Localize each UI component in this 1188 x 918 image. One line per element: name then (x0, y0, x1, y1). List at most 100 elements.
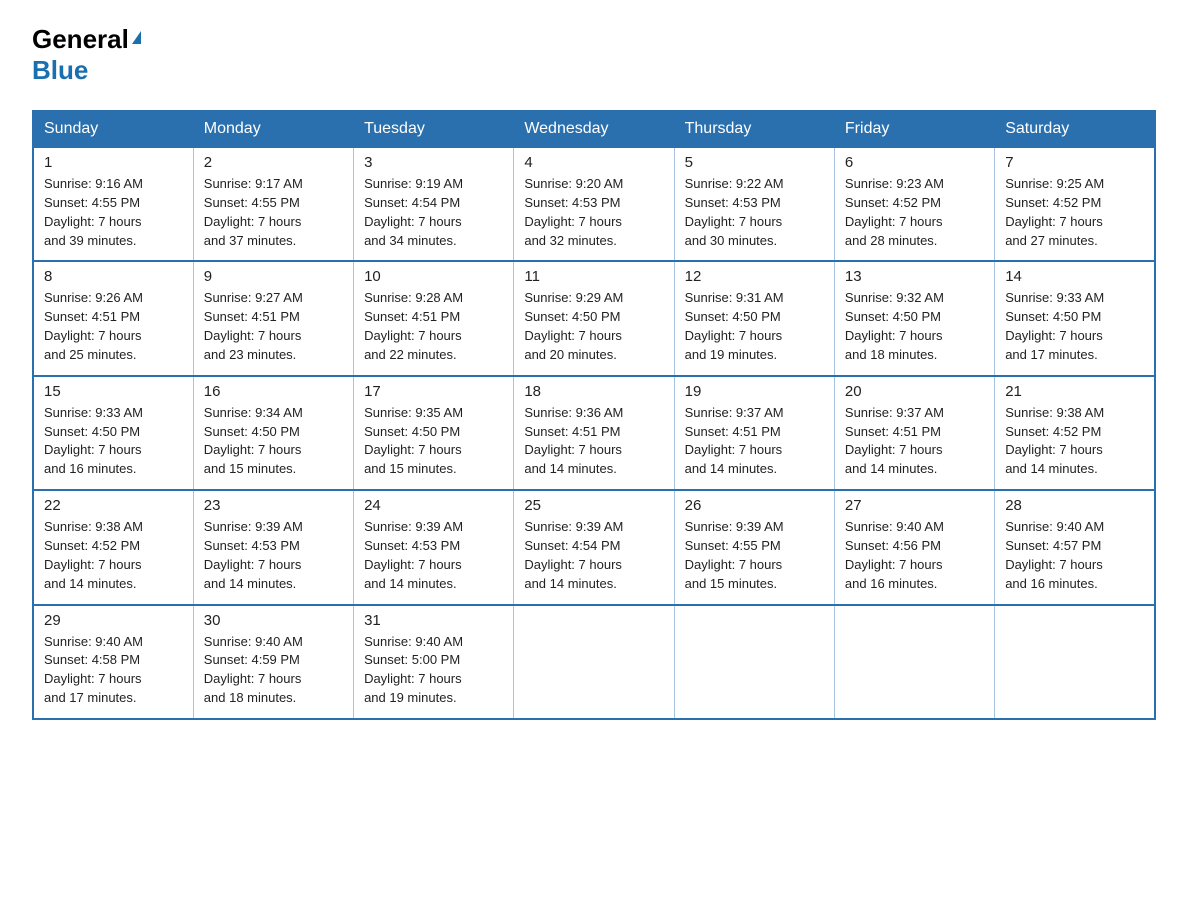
day-of-week-header: Tuesday (354, 111, 514, 147)
calendar-day-cell: 22 Sunrise: 9:38 AMSunset: 4:52 PMDaylig… (33, 490, 193, 604)
day-number: 22 (44, 497, 183, 514)
calendar-day-cell: 24 Sunrise: 9:39 AMSunset: 4:53 PMDaylig… (354, 490, 514, 604)
day-of-week-header: Saturday (995, 111, 1155, 147)
logo-blue-text: Blue (32, 55, 88, 85)
day-info: Sunrise: 9:17 AMSunset: 4:55 PMDaylight:… (204, 175, 343, 250)
day-number: 2 (204, 154, 343, 171)
day-info: Sunrise: 9:28 AMSunset: 4:51 PMDaylight:… (364, 289, 503, 364)
calendar-week-row: 8 Sunrise: 9:26 AMSunset: 4:51 PMDayligh… (33, 261, 1155, 375)
day-number: 13 (845, 268, 984, 285)
day-info: Sunrise: 9:33 AMSunset: 4:50 PMDaylight:… (1005, 289, 1144, 364)
calendar-day-cell: 17 Sunrise: 9:35 AMSunset: 4:50 PMDaylig… (354, 376, 514, 490)
calendar-day-cell (674, 605, 834, 719)
day-number: 14 (1005, 268, 1144, 285)
calendar-day-cell (514, 605, 674, 719)
day-info: Sunrise: 9:37 AMSunset: 4:51 PMDaylight:… (845, 404, 984, 479)
day-number: 10 (364, 268, 503, 285)
day-number: 15 (44, 383, 183, 400)
day-number: 4 (524, 154, 663, 171)
calendar-day-cell: 9 Sunrise: 9:27 AMSunset: 4:51 PMDayligh… (193, 261, 353, 375)
calendar-day-cell: 28 Sunrise: 9:40 AMSunset: 4:57 PMDaylig… (995, 490, 1155, 604)
day-number: 27 (845, 497, 984, 514)
calendar-day-cell: 27 Sunrise: 9:40 AMSunset: 4:56 PMDaylig… (834, 490, 994, 604)
calendar-day-cell: 16 Sunrise: 9:34 AMSunset: 4:50 PMDaylig… (193, 376, 353, 490)
calendar-day-cell: 10 Sunrise: 9:28 AMSunset: 4:51 PMDaylig… (354, 261, 514, 375)
calendar-day-cell: 20 Sunrise: 9:37 AMSunset: 4:51 PMDaylig… (834, 376, 994, 490)
day-number: 6 (845, 154, 984, 171)
day-number: 25 (524, 497, 663, 514)
day-info: Sunrise: 9:20 AMSunset: 4:53 PMDaylight:… (524, 175, 663, 250)
day-info: Sunrise: 9:34 AMSunset: 4:50 PMDaylight:… (204, 404, 343, 479)
calendar-day-cell: 12 Sunrise: 9:31 AMSunset: 4:50 PMDaylig… (674, 261, 834, 375)
day-info: Sunrise: 9:39 AMSunset: 4:53 PMDaylight:… (364, 518, 503, 593)
calendar-day-cell: 31 Sunrise: 9:40 AMSunset: 5:00 PMDaylig… (354, 605, 514, 719)
day-info: Sunrise: 9:19 AMSunset: 4:54 PMDaylight:… (364, 175, 503, 250)
day-of-week-header: Friday (834, 111, 994, 147)
day-info: Sunrise: 9:35 AMSunset: 4:50 PMDaylight:… (364, 404, 503, 479)
calendar-day-cell: 14 Sunrise: 9:33 AMSunset: 4:50 PMDaylig… (995, 261, 1155, 375)
day-of-week-header: Wednesday (514, 111, 674, 147)
calendar-day-cell: 15 Sunrise: 9:33 AMSunset: 4:50 PMDaylig… (33, 376, 193, 490)
page-header: General Blue (32, 24, 1156, 86)
calendar-day-cell: 30 Sunrise: 9:40 AMSunset: 4:59 PMDaylig… (193, 605, 353, 719)
day-info: Sunrise: 9:29 AMSunset: 4:50 PMDaylight:… (524, 289, 663, 364)
day-number: 23 (204, 497, 343, 514)
calendar-day-cell: 25 Sunrise: 9:39 AMSunset: 4:54 PMDaylig… (514, 490, 674, 604)
day-info: Sunrise: 9:33 AMSunset: 4:50 PMDaylight:… (44, 404, 183, 479)
calendar-day-cell: 1 Sunrise: 9:16 AMSunset: 4:55 PMDayligh… (33, 147, 193, 261)
calendar-week-row: 15 Sunrise: 9:33 AMSunset: 4:50 PMDaylig… (33, 376, 1155, 490)
day-info: Sunrise: 9:39 AMSunset: 4:54 PMDaylight:… (524, 518, 663, 593)
logo-triangle-icon (132, 31, 141, 44)
day-info: Sunrise: 9:39 AMSunset: 4:53 PMDaylight:… (204, 518, 343, 593)
day-number: 28 (1005, 497, 1144, 514)
day-number: 24 (364, 497, 503, 514)
day-info: Sunrise: 9:40 AMSunset: 4:57 PMDaylight:… (1005, 518, 1144, 593)
day-number: 1 (44, 154, 183, 171)
day-number: 17 (364, 383, 503, 400)
day-info: Sunrise: 9:38 AMSunset: 4:52 PMDaylight:… (44, 518, 183, 593)
day-info: Sunrise: 9:40 AMSunset: 4:56 PMDaylight:… (845, 518, 984, 593)
calendar-day-cell: 4 Sunrise: 9:20 AMSunset: 4:53 PMDayligh… (514, 147, 674, 261)
day-info: Sunrise: 9:39 AMSunset: 4:55 PMDaylight:… (685, 518, 824, 593)
day-info: Sunrise: 9:31 AMSunset: 4:50 PMDaylight:… (685, 289, 824, 364)
day-info: Sunrise: 9:38 AMSunset: 4:52 PMDaylight:… (1005, 404, 1144, 479)
calendar-day-cell: 23 Sunrise: 9:39 AMSunset: 4:53 PMDaylig… (193, 490, 353, 604)
calendar-day-cell: 13 Sunrise: 9:32 AMSunset: 4:50 PMDaylig… (834, 261, 994, 375)
calendar-week-row: 1 Sunrise: 9:16 AMSunset: 4:55 PMDayligh… (33, 147, 1155, 261)
day-info: Sunrise: 9:16 AMSunset: 4:55 PMDaylight:… (44, 175, 183, 250)
calendar-header-row: SundayMondayTuesdayWednesdayThursdayFrid… (33, 111, 1155, 147)
calendar-day-cell: 29 Sunrise: 9:40 AMSunset: 4:58 PMDaylig… (33, 605, 193, 719)
day-of-week-header: Monday (193, 111, 353, 147)
calendar-week-row: 29 Sunrise: 9:40 AMSunset: 4:58 PMDaylig… (33, 605, 1155, 719)
day-number: 20 (845, 383, 984, 400)
calendar-day-cell: 19 Sunrise: 9:37 AMSunset: 4:51 PMDaylig… (674, 376, 834, 490)
calendar-day-cell (834, 605, 994, 719)
day-number: 18 (524, 383, 663, 400)
day-info: Sunrise: 9:40 AMSunset: 4:58 PMDaylight:… (44, 633, 183, 708)
day-number: 7 (1005, 154, 1144, 171)
calendar-day-cell (995, 605, 1155, 719)
calendar-table: SundayMondayTuesdayWednesdayThursdayFrid… (32, 110, 1156, 720)
calendar-day-cell: 7 Sunrise: 9:25 AMSunset: 4:52 PMDayligh… (995, 147, 1155, 261)
calendar-day-cell: 2 Sunrise: 9:17 AMSunset: 4:55 PMDayligh… (193, 147, 353, 261)
day-of-week-header: Sunday (33, 111, 193, 147)
day-number: 26 (685, 497, 824, 514)
day-info: Sunrise: 9:27 AMSunset: 4:51 PMDaylight:… (204, 289, 343, 364)
day-number: 16 (204, 383, 343, 400)
day-info: Sunrise: 9:32 AMSunset: 4:50 PMDaylight:… (845, 289, 984, 364)
day-number: 31 (364, 612, 503, 629)
calendar-day-cell: 21 Sunrise: 9:38 AMSunset: 4:52 PMDaylig… (995, 376, 1155, 490)
day-info: Sunrise: 9:40 AMSunset: 5:00 PMDaylight:… (364, 633, 503, 708)
calendar-day-cell: 18 Sunrise: 9:36 AMSunset: 4:51 PMDaylig… (514, 376, 674, 490)
calendar-day-cell: 3 Sunrise: 9:19 AMSunset: 4:54 PMDayligh… (354, 147, 514, 261)
day-number: 21 (1005, 383, 1144, 400)
logo-general-text: General (32, 24, 129, 55)
day-number: 9 (204, 268, 343, 285)
day-number: 29 (44, 612, 183, 629)
day-number: 12 (685, 268, 824, 285)
day-number: 3 (364, 154, 503, 171)
day-number: 11 (524, 268, 663, 285)
day-info: Sunrise: 9:36 AMSunset: 4:51 PMDaylight:… (524, 404, 663, 479)
calendar-day-cell: 26 Sunrise: 9:39 AMSunset: 4:55 PMDaylig… (674, 490, 834, 604)
calendar-day-cell: 11 Sunrise: 9:29 AMSunset: 4:50 PMDaylig… (514, 261, 674, 375)
